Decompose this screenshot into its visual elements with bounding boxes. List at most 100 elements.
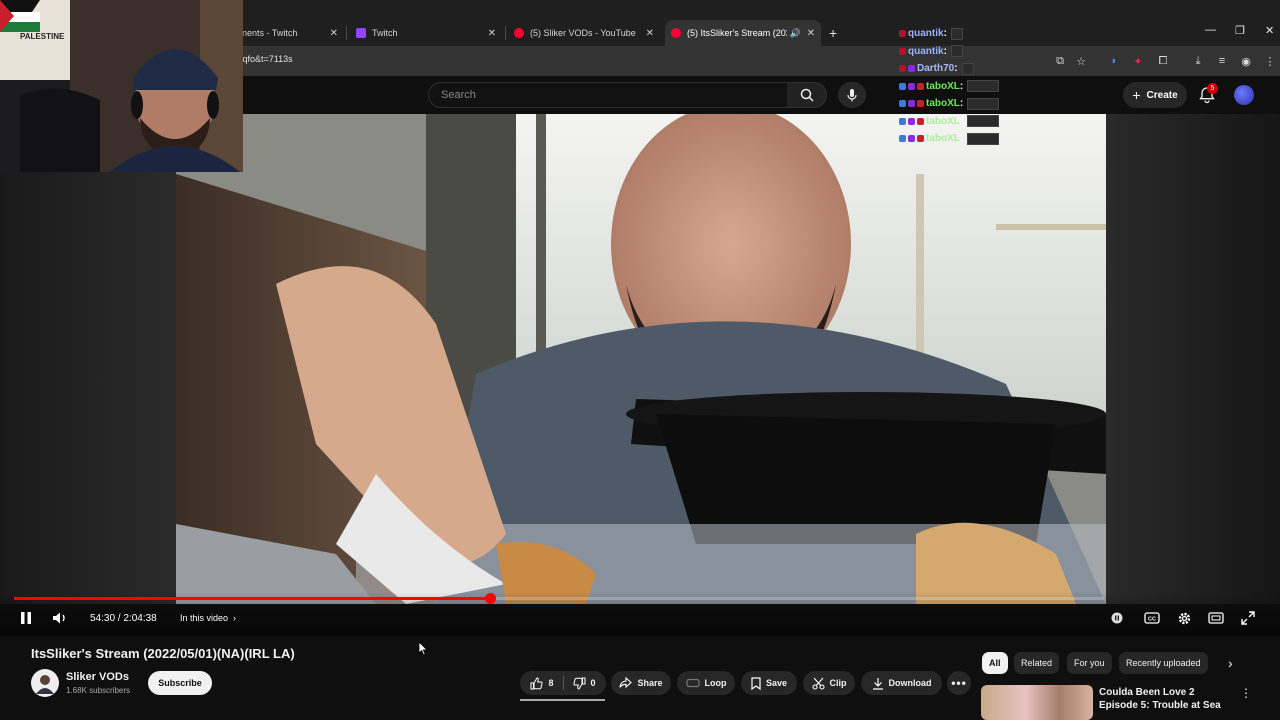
minimize-icon[interactable]: — <box>1205 24 1216 36</box>
bookmark-star-icon[interactable]: ☆ <box>1073 53 1089 69</box>
download-button[interactable]: Download <box>861 671 942 695</box>
chevron-right-icon[interactable]: › <box>1228 655 1233 671</box>
kebab-menu-icon[interactable]: ⋮ <box>1262 53 1278 69</box>
chip-recently-uploaded[interactable]: Recently uploaded <box>1119 652 1208 674</box>
chat-badge-icon <box>917 82 924 90</box>
install-icon[interactable]: ⧉ <box>1052 53 1068 69</box>
screen: nents - Twitch ✕ Twitch ✕ (5) Sliker VOD… <box>0 0 1280 720</box>
close-window-icon[interactable]: ✕ <box>1265 24 1274 37</box>
media-control-icon[interactable]: ≡ <box>1214 53 1230 69</box>
volume-icon <box>53 612 65 624</box>
save-button[interactable]: Save <box>741 671 797 695</box>
chat-badge-icon <box>899 135 906 143</box>
tab-title: (5) Sliker VODs - YouTube <box>530 28 636 38</box>
close-icon[interactable]: ✕ <box>807 28 815 39</box>
recommendation-title[interactable]: Coulda Been Love 2 Episode 5: Trouble at… <box>1099 686 1234 712</box>
chat-badge-icon <box>899 100 906 108</box>
captions-button[interactable]: CC <box>1144 610 1160 626</box>
clip-button[interactable]: Clip <box>803 671 855 695</box>
share-button[interactable]: Share <box>611 671 671 695</box>
account-avatar[interactable] <box>1234 85 1254 105</box>
loop-icon <box>685 678 700 688</box>
search-input[interactable]: Search <box>428 82 788 108</box>
bookmark-icon <box>751 676 761 690</box>
profile-icon[interactable]: ◉ <box>1238 53 1254 69</box>
search-placeholder: Search <box>441 89 476 101</box>
fullscreen-button[interactable] <box>1241 610 1255 626</box>
in-this-video-button[interactable]: In this video › <box>180 610 236 626</box>
close-icon[interactable]: ✕ <box>646 28 654 39</box>
chat-username: Darth70 <box>917 63 955 75</box>
plus-icon: + <box>1132 87 1141 103</box>
mouse-cursor-icon <box>418 641 428 656</box>
chat-separator: : <box>959 80 964 92</box>
new-tab-icon[interactable]: + <box>829 25 837 41</box>
pause-icon <box>21 612 31 624</box>
pause-button[interactable] <box>20 610 32 626</box>
theater-mode-button[interactable] <box>1208 610 1224 626</box>
kebab-menu-icon[interactable]: ⋮ <box>1240 686 1252 700</box>
chat-badge-icon <box>899 82 906 90</box>
autoplay-toggle[interactable] <box>1110 610 1124 626</box>
chat-message: taboXL : <box>899 113 1019 131</box>
chat-separator: : <box>959 115 964 127</box>
close-icon[interactable]: ✕ <box>330 28 338 39</box>
chat-badge-icon <box>899 47 906 55</box>
chip-all[interactable]: All <box>982 652 1008 674</box>
volume-button[interactable] <box>52 610 68 626</box>
channel-avatar[interactable] <box>31 669 59 697</box>
settings-button[interactable] <box>1177 610 1192 626</box>
chip-related[interactable]: Related <box>1014 652 1060 674</box>
browser-tab-1[interactable]: nents - Twitch ✕ <box>236 20 344 46</box>
create-button[interactable]: + Create <box>1123 82 1187 108</box>
dislike-button[interactable]: 0 <box>572 677 596 690</box>
download-icon <box>872 677 883 690</box>
video-frame[interactable] <box>176 114 1106 604</box>
loop-button[interactable]: Loop <box>677 671 735 695</box>
theater-mode-icon <box>1208 612 1224 624</box>
address-bar[interactable]: Nqfo&t=7113s <box>236 54 293 64</box>
fullscreen-icon <box>1241 611 1255 625</box>
chat-badge-icon <box>899 117 906 125</box>
chat-badge-icon <box>917 100 924 108</box>
chevron-right-icon: › <box>233 613 237 623</box>
browser-tab-3[interactable]: (5) Sliker VODs - YouTube ✕ <box>508 20 660 46</box>
tab-title: (5) ItsSliker's Stream (2022/ <box>687 28 787 38</box>
download-label: Download <box>888 678 932 688</box>
chat-emote-icon <box>967 132 1000 145</box>
chat-badge-icon <box>899 65 906 73</box>
search-button[interactable] <box>787 82 827 108</box>
autoplay-icon <box>1111 612 1123 624</box>
chat-message: taboXL : <box>899 78 1019 96</box>
save-label: Save <box>765 678 788 688</box>
browser-tab-active[interactable]: (5) ItsSliker's Stream (2022/ 🔊 ✕ <box>665 20 821 46</box>
channel-avatar-icon <box>36 675 54 694</box>
chat-message: taboXL : <box>899 95 1019 113</box>
chip-for-you[interactable]: For you <box>1067 652 1112 674</box>
voice-search-button[interactable] <box>838 82 866 108</box>
chat-separator: : <box>959 98 964 110</box>
extensions-puzzle-icon[interactable]: ⧠ <box>1155 53 1171 69</box>
clip-label: Clip <box>829 678 847 688</box>
close-icon[interactable]: ✕ <box>488 28 496 39</box>
like-button[interactable]: 8 <box>530 676 554 690</box>
youtube-icon <box>514 28 524 38</box>
browser-tab-2[interactable]: Twitch ✕ <box>350 20 502 46</box>
chat-badge-icon <box>899 30 906 38</box>
progress-bar[interactable] <box>14 593 1104 604</box>
chat-emote-icon <box>967 115 1000 128</box>
thumbs-up-icon <box>530 676 544 689</box>
chat-overlay: quantik : quantik : Darth70 : taboXL : taboX… <box>899 25 1019 148</box>
channel-name[interactable]: Sliker VODs <box>66 671 129 683</box>
subscribe-button[interactable]: Subscribe <box>148 671 212 695</box>
svg-text:CC: CC <box>1148 617 1156 623</box>
recommendation-thumbnail[interactable] <box>981 685 1093 720</box>
extension-icon[interactable]: ◗ <box>1106 53 1122 69</box>
extension-icon[interactable]: ✦ <box>1130 53 1146 69</box>
dislike-count: 0 <box>590 678 596 688</box>
speaker-icon[interactable]: 🔊 <box>790 28 801 39</box>
chat-username: taboXL <box>926 115 960 127</box>
restore-icon[interactable]: ❐ <box>1235 24 1245 37</box>
download-icon[interactable]: ⤓ <box>1190 53 1206 69</box>
more-actions-button[interactable]: ••• <box>947 671 971 695</box>
